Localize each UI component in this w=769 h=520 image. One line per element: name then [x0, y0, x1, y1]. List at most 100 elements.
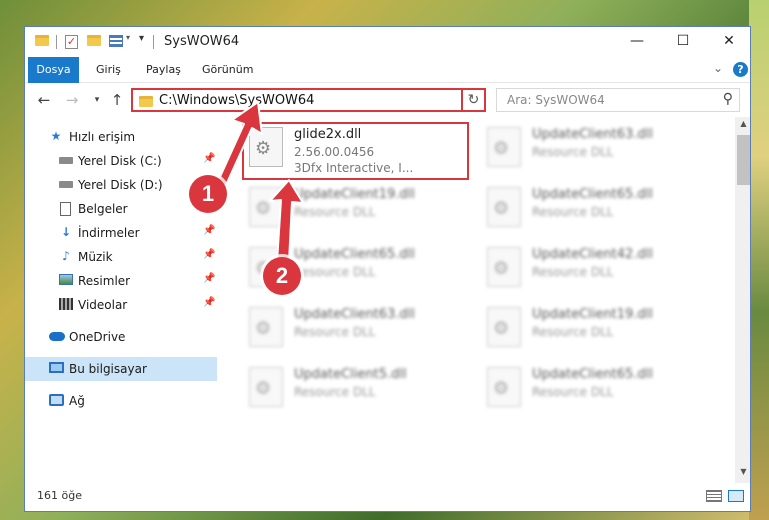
sidebar-item-label: Belgeler [78, 202, 128, 216]
dll-file-icon: ⚙ [487, 247, 521, 287]
file-name: UpdateClient5.dll [294, 367, 407, 382]
file-name: UpdateClient65.dll [294, 247, 415, 262]
details-view-icon[interactable] [706, 490, 722, 502]
file-item[interactable]: ⚙ UpdateClient63.dll Resource DLL [485, 125, 715, 181]
dll-file-icon: ⚙ [487, 367, 521, 407]
sidebar-item-label: Videolar [78, 298, 128, 312]
file-description: Resource DLL [532, 385, 614, 399]
pin-icon[interactable]: 📌 [203, 225, 215, 236]
search-icon[interactable]: ⚲ [723, 91, 733, 107]
drive-icon [59, 157, 73, 164]
help-icon[interactable]: ? [733, 62, 748, 77]
file-item[interactable]: ⚙ UpdateClient63.dll Resource DLL [247, 305, 477, 361]
toolbar-separator [56, 35, 57, 49]
tab-view[interactable]: Görünüm [202, 57, 253, 83]
gear-icon: ⚙ [255, 318, 272, 339]
folder-icon [139, 96, 153, 107]
sidebar-item-documents[interactable]: Belgeler 📌 [25, 197, 217, 221]
file-item[interactable]: ⚙ UpdateClient19.dll Resource DLL [485, 305, 715, 361]
gear-icon: ⚙ [493, 258, 510, 279]
quick-access-dropdown-icon[interactable]: ▾ [126, 33, 130, 42]
sidebar-item-label: Müzik [78, 250, 113, 264]
new-folder-icon[interactable] [87, 35, 101, 46]
tab-file[interactable]: Dosya [28, 57, 79, 83]
dll-file-icon: ⚙ [487, 187, 521, 227]
sidebar-item-downloads[interactable]: ↓ İndirmeler 📌 [25, 221, 217, 245]
sidebar-item-this-pc[interactable]: Bu bilgisayar [25, 357, 217, 381]
pin-icon[interactable]: 📌 [203, 249, 215, 260]
pin-icon[interactable]: 📌 [203, 273, 215, 284]
dll-file-icon: ⚙ [249, 307, 283, 347]
file-description: Resource DLL [532, 205, 614, 219]
close-button[interactable]: ✕ [706, 27, 750, 57]
file-item[interactable]: ⚙ UpdateClient5.dll Resource DLL [247, 365, 477, 421]
pin-icon[interactable]: 📌 [203, 297, 215, 308]
tab-share[interactable]: Paylaş [146, 57, 181, 83]
file-description: Resource DLL [294, 325, 376, 339]
file-name: UpdateClient42.dll [532, 247, 653, 262]
dll-file-icon: ⚙ [487, 127, 521, 167]
sidebar-item-local-disk-c[interactable]: Yerel Disk (C:) 📌 [25, 149, 217, 173]
navigation-pane: ★ Hızlı erişim Yerel Disk (C:) 📌 Yerel D… [25, 117, 217, 483]
sidebar-item-onedrive[interactable]: OneDrive [25, 325, 217, 349]
folder-icon [35, 35, 49, 46]
sidebar-item-music[interactable]: ♪ Müzik 📌 [25, 245, 217, 269]
sidebar-item-label: OneDrive [69, 330, 126, 344]
gear-icon: ⚙ [493, 318, 510, 339]
sidebar-item-network[interactable]: Ağ [25, 389, 217, 413]
refresh-button[interactable]: ↻ [461, 88, 486, 112]
up-arrow-icon[interactable]: ↑ [106, 89, 128, 111]
file-description: Resource DLL [532, 145, 614, 159]
sidebar-item-videos[interactable]: Videolar 📌 [25, 293, 217, 317]
file-item[interactable]: ⚙ UpdateClient65.dll Resource DLL [485, 185, 715, 241]
tiles-view-icon[interactable] [728, 490, 744, 502]
gear-icon: ⚙ [255, 198, 272, 219]
recent-locations-chevron-icon[interactable]: ▾ [86, 89, 108, 111]
music-icon: ♪ [62, 249, 70, 263]
scroll-up-icon[interactable]: ▲ [735, 119, 750, 133]
desktop-background [749, 0, 769, 520]
window-title: SysWOW64 [164, 34, 240, 49]
vertical-scrollbar[interactable]: ▲ ▼ [735, 117, 750, 483]
minimize-button[interactable]: — [614, 27, 660, 57]
file-description: Resource DLL [532, 325, 614, 339]
file-name: UpdateClient19.dll [532, 307, 653, 322]
maximize-button[interactable]: ☐ [660, 27, 706, 57]
gear-icon: ⚙ [493, 378, 510, 399]
scroll-down-icon[interactable]: ▼ [735, 467, 750, 481]
computer-icon [49, 362, 64, 373]
status-bar: 161 öğe [25, 483, 750, 511]
properties-check-icon[interactable]: ✓ [65, 35, 78, 49]
customize-toolbar-icon[interactable]: ▾ [139, 33, 144, 44]
forward-arrow-icon[interactable]: → [61, 89, 83, 111]
sidebar-item-quick-access[interactable]: ★ Hızlı erişim [25, 125, 217, 149]
gear-icon: ⚙ [493, 138, 510, 159]
file-item[interactable]: ⚙ UpdateClient42.dll Resource DLL [485, 245, 715, 301]
sidebar-item-label: Ağ [69, 394, 85, 408]
file-item[interactable]: ⚙ UpdateClient65.dll Resource DLL [485, 365, 715, 421]
file-item[interactable]: ⚙ UpdateClient19.dll Resource DLL [247, 185, 477, 241]
tab-home[interactable]: Giriş [96, 57, 121, 83]
scrollbar-thumb[interactable] [737, 135, 750, 185]
address-path: C:\Windows\SysWOW64 [159, 93, 315, 108]
address-bar[interactable]: C:\Windows\SysWOW64 ▾ [131, 88, 482, 112]
network-icon [49, 394, 64, 406]
download-icon: ↓ [60, 225, 72, 239]
dll-file-icon: ⚙ [249, 367, 283, 407]
sidebar-item-label: Hızlı erişim [69, 130, 136, 144]
back-arrow-icon[interactable]: ← [33, 89, 55, 111]
sidebar-item-pictures[interactable]: Resimler 📌 [25, 269, 217, 293]
file-name: UpdateClient65.dll [532, 367, 653, 382]
gear-icon: ⚙ [493, 198, 510, 219]
file-name: UpdateClient63.dll [532, 127, 653, 142]
video-icon [59, 298, 73, 310]
document-icon [60, 202, 71, 216]
title-bar: ✓ ▾ ▾ SysWOW64 — ☐ ✕ [25, 27, 750, 57]
file-name: UpdateClient65.dll [532, 187, 653, 202]
search-input[interactable]: Ara: SysWOW64 ⚲ [496, 88, 740, 112]
view-options-icon[interactable] [109, 35, 123, 47]
callout-step-2: 2 [263, 257, 301, 295]
pin-icon[interactable]: 📌 [203, 153, 215, 164]
dll-file-icon: ⚙ [249, 187, 283, 227]
expand-ribbon-icon[interactable]: ⌄ [713, 61, 723, 75]
